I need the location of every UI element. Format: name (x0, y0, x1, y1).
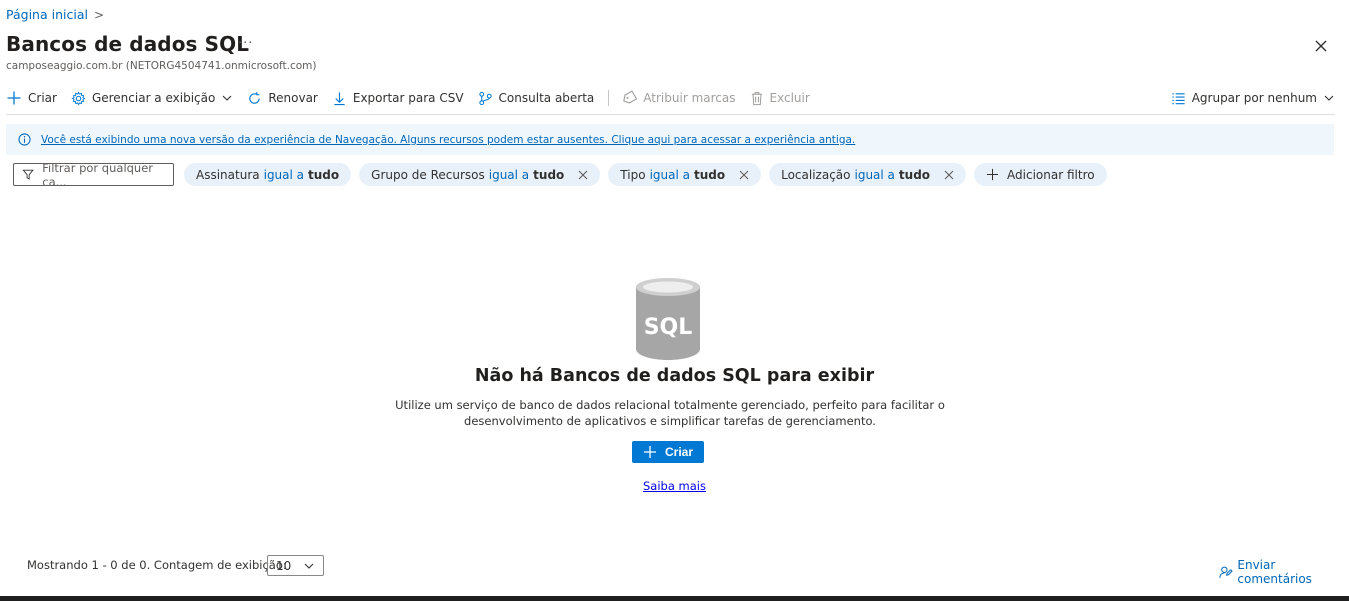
toolbar-divider-line (6, 114, 1335, 115)
learn-more-link[interactable]: Saiba mais (643, 479, 706, 493)
plus-icon (986, 168, 999, 181)
page-size-select[interactable]: 10 (267, 555, 324, 576)
feedback-label: Enviar comentários (1237, 558, 1312, 586)
filter-search-placeholder: Filtrar por qualquer ca... (42, 160, 154, 189)
feedback-link[interactable]: Enviar comentários (1219, 558, 1349, 586)
feedback-icon (1219, 566, 1233, 578)
open-query-label: Consulta aberta (498, 91, 595, 105)
breadcrumb: Página inicial > (6, 7, 104, 22)
filter-pill-value: tudo (693, 167, 726, 182)
filter-pill-name: Assinatura (196, 167, 260, 182)
info-icon (18, 133, 31, 146)
info-banner: Você está exibindo uma nova versão da ex… (6, 124, 1334, 155)
chevron-down-icon (1324, 95, 1334, 101)
filter-bar: Filtrar por qualquer ca... Assinatura ig… (13, 160, 1107, 189)
manage-view-command[interactable]: Gerenciar a exibição (71, 90, 233, 106)
refresh-label: Renovar (268, 91, 318, 105)
filter-pill-subscription[interactable]: Assinatura igual a tudo (184, 163, 352, 186)
learn-more-container: Saiba mais (0, 479, 1349, 493)
filter-pill-value: tudo (308, 167, 340, 182)
assign-tags-command[interactable]: Atribuir marcas (621, 90, 736, 106)
gear-icon (71, 90, 86, 106)
open-query-command[interactable]: Consulta aberta (478, 91, 595, 106)
filter-pill-name: Localização (781, 167, 851, 182)
page-subtitle: camposeaggio.com.br (NETORG4504741.onmic… (6, 60, 317, 72)
query-icon (478, 91, 492, 105)
filter-pill-name: Grupo de Recursos (371, 167, 485, 182)
refresh-command[interactable]: Renovar (247, 91, 318, 106)
filter-pill-value: tudo (533, 167, 565, 182)
group-list-icon (1172, 92, 1185, 104)
filter-pill-location[interactable]: Localização igual a tudo (769, 163, 967, 186)
tag-icon (623, 90, 638, 104)
bottom-edge-bar (0, 596, 1349, 601)
info-banner-link[interactable]: Você está exibindo uma nova versão da ex… (41, 134, 855, 146)
more-options-button[interactable]: ··· (238, 36, 253, 51)
filter-pill-resource-group[interactable]: Grupo de Recursos igual a tudo (359, 163, 601, 186)
breadcrumb-home-link[interactable]: Página inicial (6, 7, 88, 22)
manage-view-label: Gerenciar a exibição (91, 91, 216, 105)
export-csv-label: Exportar para CSV (352, 91, 464, 105)
create-button-label: Criar (664, 445, 693, 459)
filter-pill-operator: igual a (649, 167, 690, 182)
group-by-dropdown[interactable]: Agrupar por nenhum (1171, 91, 1335, 106)
filter-search-input[interactable]: Filtrar por qualquer ca... (13, 160, 174, 189)
refresh-icon (249, 91, 261, 104)
toolbar-divider (608, 90, 610, 106)
pagination-summary: Mostrando 1 - 0 de 0. Contagem de exibiç… (27, 558, 287, 572)
create-command[interactable]: Criar (6, 90, 57, 106)
filter-pill-operator: igual a (854, 167, 895, 182)
chevron-down-icon (222, 95, 232, 101)
breadcrumb-separator: > (93, 7, 105, 22)
trash-icon (751, 91, 762, 105)
close-icon[interactable] (1312, 37, 1330, 55)
download-icon (334, 91, 345, 105)
export-csv-command[interactable]: Exportar para CSV (332, 91, 464, 106)
add-filter-button[interactable]: Adicionar filtro (974, 163, 1107, 186)
remove-filter-icon[interactable] (739, 170, 749, 180)
remove-filter-icon[interactable] (944, 170, 954, 180)
plus-icon (7, 91, 21, 105)
chevron-down-icon (304, 563, 314, 569)
page-size-value: 10 (276, 558, 292, 573)
filter-pill-name: Tipo (620, 167, 646, 182)
empty-state-description: Utilize um serviço de banco de dados rel… (395, 398, 945, 428)
filter-pill-type[interactable]: Tipo igual a tudo (608, 163, 762, 186)
filter-pill-value: tudo (898, 167, 931, 182)
remove-filter-icon[interactable] (578, 170, 588, 180)
page-title: Bancos de dados SQL (6, 32, 250, 56)
filter-pill-operator: igual a (263, 167, 305, 182)
delete-command[interactable]: Excluir (750, 91, 810, 106)
create-command-label: Criar (28, 91, 57, 105)
empty-state-title: Não há Bancos de dados SQL para exibir (474, 366, 875, 386)
filter-icon (22, 169, 34, 180)
add-filter-label: Adicionar filtro (1007, 167, 1095, 182)
plus-icon (643, 446, 656, 458)
assign-tags-label: Atribuir marcas (643, 91, 736, 105)
sql-database-icon: SQL (636, 278, 700, 360)
create-button[interactable]: Criar (632, 441, 704, 463)
delete-label: Excluir (769, 91, 810, 105)
group-by-label: Agrupar por nenhum (1191, 91, 1317, 105)
command-bar: Criar Gerenciar a exibição Renovar Expor… (6, 86, 1335, 110)
filter-pill-operator: igual a (488, 167, 530, 182)
sql-icon-label: SQL (644, 315, 693, 340)
